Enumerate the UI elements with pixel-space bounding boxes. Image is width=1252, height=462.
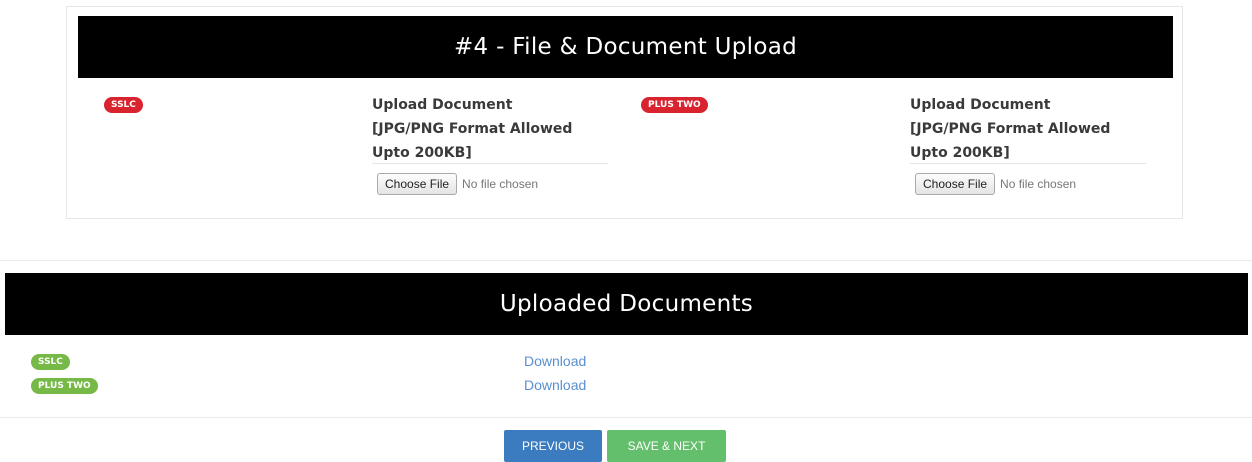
- divider: [910, 163, 1146, 164]
- sslc-choose-file-button[interactable]: Choose File: [377, 173, 458, 195]
- plus-two-file-status: No file chosen: [1000, 177, 1077, 191]
- plus-two-upload-label: Upload Document [JPG/PNG Format Allowed …: [910, 93, 1150, 165]
- plus-two-choose-file-button[interactable]: Choose File: [915, 173, 996, 195]
- uploaded-plus-two-badge: PLUS TWO: [31, 378, 98, 394]
- save-and-next-button[interactable]: SAVE & NEXT: [607, 430, 726, 462]
- section-divider: [0, 260, 1252, 261]
- sslc-file-input[interactable]: Choose File No file chosen: [377, 173, 538, 195]
- plus-two-file-input[interactable]: Choose File No file chosen: [915, 173, 1076, 195]
- upload-label-line: Upto 200KB]: [372, 145, 472, 161]
- upload-label-line: [JPG/PNG Format Allowed: [910, 121, 1111, 137]
- previous-button[interactable]: PREVIOUS: [504, 430, 602, 462]
- list-divider: [0, 417, 1252, 418]
- uploaded-section-title: Uploaded Documents: [5, 273, 1248, 335]
- upload-label-line: Upload Document: [372, 97, 513, 113]
- sslc-download-link[interactable]: Download: [524, 353, 586, 369]
- sslc-badge: SSLC: [104, 97, 143, 113]
- upload-section-title: #4 - File & Document Upload: [78, 16, 1173, 78]
- plus-two-download-link[interactable]: Download: [524, 377, 586, 393]
- upload-label-line: Upto 200KB]: [910, 145, 1010, 161]
- upload-label-line: [JPG/PNG Format Allowed: [372, 121, 573, 137]
- divider: [372, 163, 608, 164]
- uploaded-sslc-badge: SSLC: [31, 354, 70, 370]
- sslc-upload-label: Upload Document [JPG/PNG Format Allowed …: [372, 93, 612, 165]
- plus-two-badge: PLUS TWO: [641, 97, 708, 113]
- upload-label-line: Upload Document: [910, 97, 1051, 113]
- sslc-file-status: No file chosen: [462, 177, 539, 191]
